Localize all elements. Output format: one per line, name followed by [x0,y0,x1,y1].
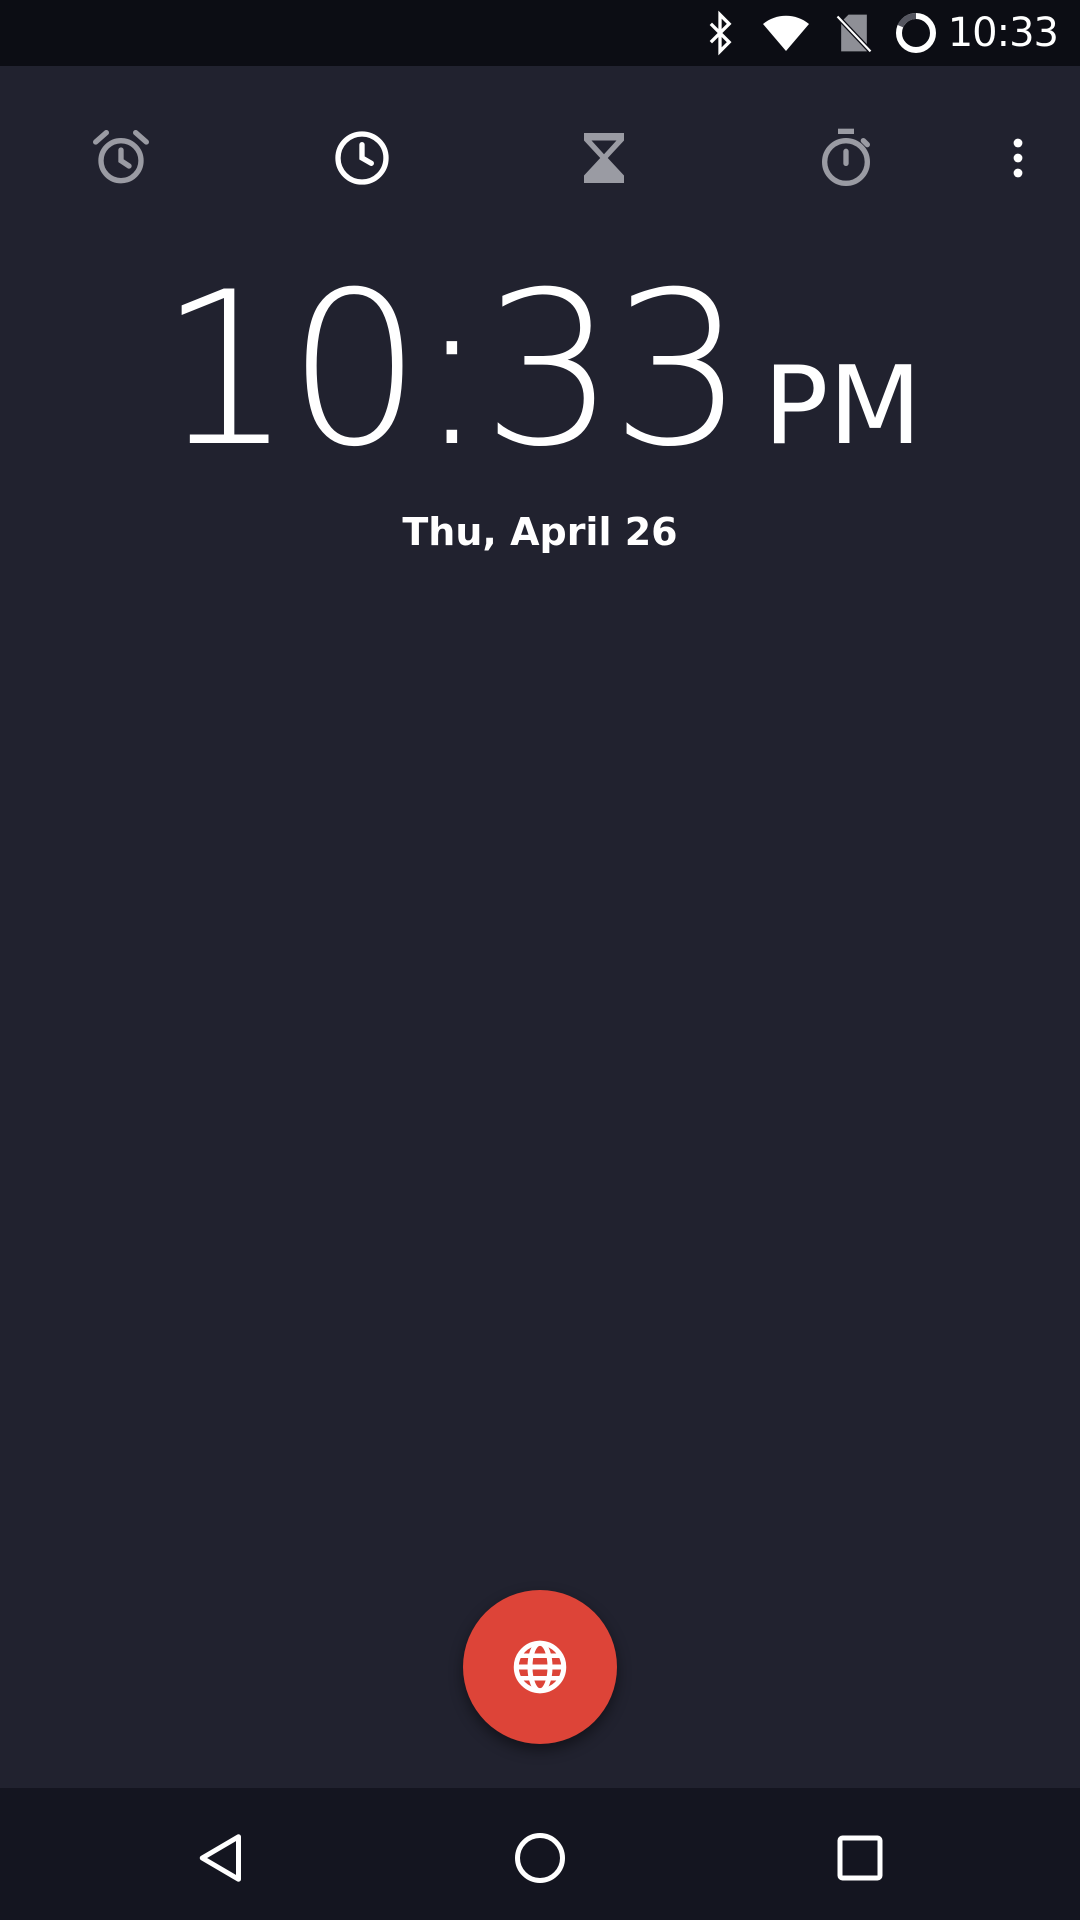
tab-bar [0,66,1080,220]
status-bar: 10:33 [0,0,1080,66]
clock-icon [335,131,389,185]
battery-icon [895,12,936,53]
back-icon [199,1834,241,1882]
globe-icon [513,1640,567,1694]
home-icon [515,1833,565,1883]
alarm-icon [93,130,149,184]
no-sim-icon [835,14,872,53]
status-time: 10:33 [947,10,1059,56]
digital-clock: 10:33 PM [0,264,1080,507]
home-button[interactable] [492,1810,588,1906]
recents-button[interactable] [812,1810,908,1906]
tab-clock[interactable] [314,110,410,206]
status-icons: 10:33 [698,0,1059,66]
clock-time: 10:33 [158,246,745,493]
wifi-icon [762,15,809,51]
navigation-bar [0,1788,1080,1920]
clock-ampm: PM [763,344,922,469]
tab-stopwatch[interactable] [798,110,894,206]
stopwatch-icon [822,128,870,186]
overflow-menu-button[interactable] [970,110,1066,206]
clock-date: Thu, April 26 [402,510,678,554]
cities-fab-button[interactable] [463,1590,617,1744]
timer-icon [584,133,624,183]
tab-alarm[interactable] [73,110,169,206]
more-vert-icon [1013,138,1023,178]
tab-timer[interactable] [556,110,652,206]
bluetooth-icon [709,10,732,56]
recents-icon [837,1835,883,1881]
back-button[interactable] [173,1810,269,1906]
